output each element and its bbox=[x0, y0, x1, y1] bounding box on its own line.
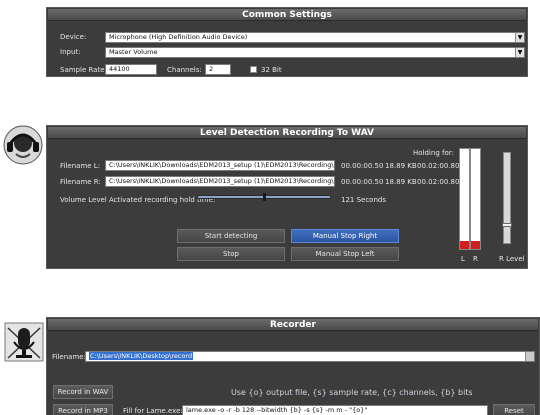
chevron-down-icon[interactable]: ▼ bbox=[515, 33, 524, 42]
filename-r-hold: 00.02:00.80 bbox=[417, 178, 460, 186]
device-select[interactable]: Microphone (High Definition Audio Device… bbox=[105, 32, 525, 43]
channels-input[interactable]: 2 bbox=[205, 64, 231, 75]
filename-l-label: Filename L: bbox=[60, 162, 101, 170]
bit32-label: 32 Bit bbox=[261, 66, 282, 74]
filename-l-size: 18.89 KB bbox=[385, 162, 417, 170]
meter-r-label: R bbox=[473, 255, 478, 263]
input-select[interactable]: Master Volume ▼ bbox=[105, 47, 525, 58]
recorder-filename-input[interactable]: C:\Users\INKLIK\Desktop\record bbox=[85, 351, 535, 362]
meter-l-label: L bbox=[461, 255, 465, 263]
common-settings-title: Common Settings bbox=[48, 9, 526, 21]
level-meter-left bbox=[459, 148, 470, 250]
device-select-value: Microphone (High Definition Audio Device… bbox=[109, 33, 248, 41]
headset-icon bbox=[3, 125, 43, 165]
level-detection-title: Level Detection Recording To WAV bbox=[48, 127, 526, 139]
input-label: Input: bbox=[60, 48, 81, 56]
recorder-filename-label: Filename: bbox=[52, 353, 86, 361]
level-meter-left-fill bbox=[460, 241, 469, 249]
filename-r-input[interactable]: C:\Users\INKLIK\Downloads\EDM2013_setup … bbox=[105, 176, 335, 187]
input-select-value: Master Volume bbox=[109, 48, 158, 56]
hold-time-slider[interactable] bbox=[197, 193, 331, 201]
level-meter-right bbox=[470, 148, 481, 250]
holding-label: Holding for: bbox=[413, 149, 454, 157]
slider-thumb[interactable] bbox=[263, 193, 266, 201]
filename-r-size: 18.89 KB bbox=[385, 178, 417, 186]
start-detecting-button[interactable]: Start detecting bbox=[177, 229, 285, 243]
recorder-title: Recorder bbox=[48, 319, 538, 331]
r-level-slider[interactable] bbox=[502, 152, 512, 244]
level-meter-right-fill bbox=[471, 241, 480, 249]
filename-l-time: 00.00:00.50 bbox=[341, 162, 384, 170]
chevron-down-icon[interactable]: ▼ bbox=[515, 48, 524, 57]
lame-hint: Use {o} output file, {s} sample rate, {c… bbox=[231, 388, 473, 397]
filename-r-time: 00.00:00.50 bbox=[341, 178, 384, 186]
microphone-icon bbox=[4, 322, 44, 362]
record-mp3-button[interactable]: Record in MP3 bbox=[53, 404, 113, 415]
sample-rate-label: Sample Rate: bbox=[60, 66, 107, 74]
hold-time-label: Volume Level Activated recording hold ti… bbox=[60, 196, 216, 204]
stop-button[interactable]: Stop bbox=[177, 247, 285, 261]
record-wav-button[interactable]: Record in WAV bbox=[53, 385, 113, 399]
manual-stop-right-button[interactable]: Manual Stop Right bbox=[291, 229, 399, 243]
lame-input[interactable]: lame.exe -o -r -b 128 --bitwidth {b} -s … bbox=[182, 405, 488, 415]
r-level-slider-thumb[interactable] bbox=[502, 223, 512, 227]
bit32-checkbox[interactable] bbox=[250, 66, 257, 73]
common-settings-panel: Common Settings Device: Microphone (High… bbox=[46, 7, 528, 77]
filename-l-input[interactable]: C:\Users\INKLIK\Downloads\EDM2013_setup … bbox=[105, 160, 335, 171]
chevron-down-icon[interactable] bbox=[525, 352, 534, 361]
r-level-label: R Level bbox=[499, 255, 525, 263]
reset-button[interactable]: Reset bbox=[493, 404, 535, 415]
sample-rate-input[interactable]: 44100 bbox=[105, 64, 157, 75]
channels-label: Channels: bbox=[167, 66, 202, 74]
manual-stop-left-button[interactable]: Manual Stop Left bbox=[291, 247, 399, 261]
recorder-filename-value: C:\Users\INKLIK\Desktop\record bbox=[89, 352, 194, 360]
level-detection-panel: Level Detection Recording To WAV Holding… bbox=[46, 125, 528, 269]
filename-r-label: Filename R: bbox=[60, 178, 101, 186]
lame-label: Fill for Lame.exe: bbox=[123, 407, 183, 415]
recorder-panel: Recorder Filename: C:\Users\INKLIK\Deskt… bbox=[46, 317, 540, 415]
filename-l-hold: 00.02:00.80 bbox=[417, 162, 460, 170]
device-label: Device: bbox=[60, 33, 87, 41]
hold-time-value: 121 Seconds bbox=[341, 196, 386, 204]
